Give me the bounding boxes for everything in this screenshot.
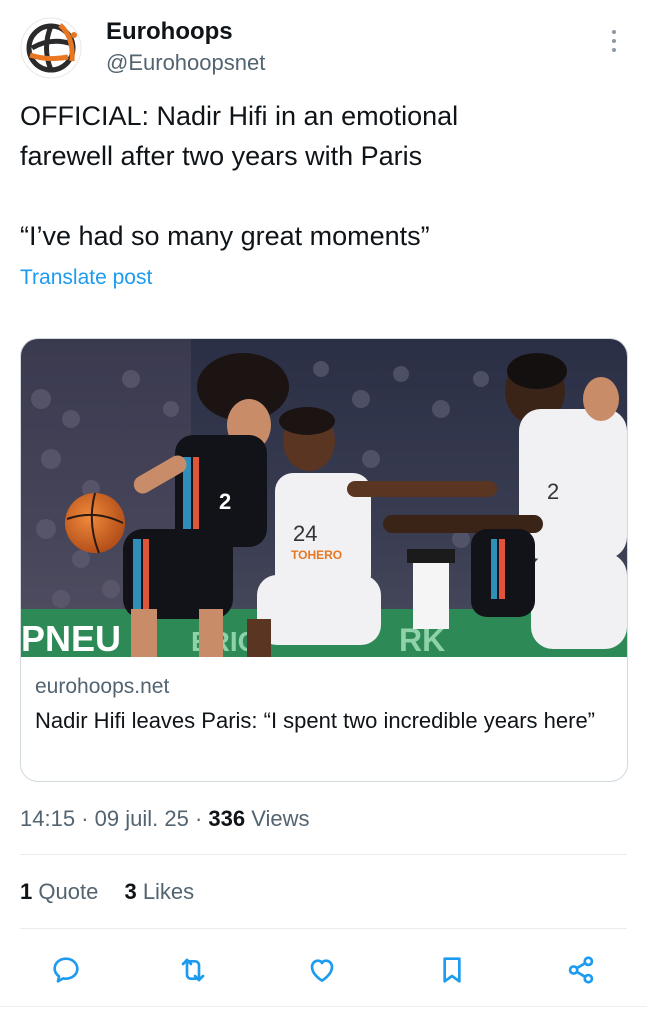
post-text-line: OFFICIAL: Nadir Hifi in an emotional (20, 101, 459, 131)
like-icon[interactable] (302, 950, 342, 990)
banner-text-left: PNEU (21, 618, 121, 657)
svg-text:2: 2 (547, 479, 559, 504)
jersey-number-2: 2 (219, 489, 231, 514)
bookmark-icon[interactable] (432, 950, 472, 990)
post-text-line: “I’ve had so many great moments” (20, 221, 430, 251)
views-label: Views (251, 806, 310, 831)
eurohoops-logo-icon (20, 17, 82, 79)
avatar[interactable] (20, 17, 82, 79)
reply-icon[interactable] (46, 950, 86, 990)
bottom-edge (0, 1006, 647, 1025)
post-stats: 1 Quote 3 Likes (20, 879, 194, 905)
divider (20, 928, 627, 929)
link-card[interactable]: PNEU ERIC RK 2 24 TOHERO 2 eurohoops.net… (20, 338, 628, 782)
post-meta: 14:15 · 09 juil. 25 · 336 Views (20, 806, 310, 831)
retweet-icon[interactable] (173, 950, 213, 990)
post-time[interactable]: 14:15 (20, 806, 75, 831)
jersey-sponsor: TOHERO (291, 548, 342, 562)
author-handle[interactable]: @Eurohoopsnet (106, 50, 265, 76)
divider (20, 854, 627, 855)
jersey-number-24: 24 (293, 521, 317, 546)
quotes-stat[interactable]: 1 Quote (20, 879, 98, 904)
post-text: OFFICIAL: Nadir Hifi in an emotional far… (20, 96, 620, 256)
share-icon[interactable] (561, 950, 601, 990)
likes-stat[interactable]: 3 Likes (124, 879, 194, 904)
views-count: 336 (208, 806, 246, 831)
action-bar (0, 950, 647, 990)
card-title: Nadir Hifi leaves Paris: “I spent two in… (35, 708, 596, 733)
post-header: Eurohoops @Eurohoopsnet (20, 14, 627, 84)
card-domain: eurohoops.net (35, 675, 170, 698)
post-date[interactable]: 09 juil. 25 (95, 806, 189, 831)
translate-post-link[interactable]: Translate post (20, 266, 152, 290)
card-image: PNEU ERIC RK 2 24 TOHERO 2 (21, 339, 627, 657)
more-options-icon[interactable] (607, 30, 621, 60)
post-text-line: farewell after two years with Paris (20, 141, 423, 171)
author-name[interactable]: Eurohoops (106, 18, 233, 46)
